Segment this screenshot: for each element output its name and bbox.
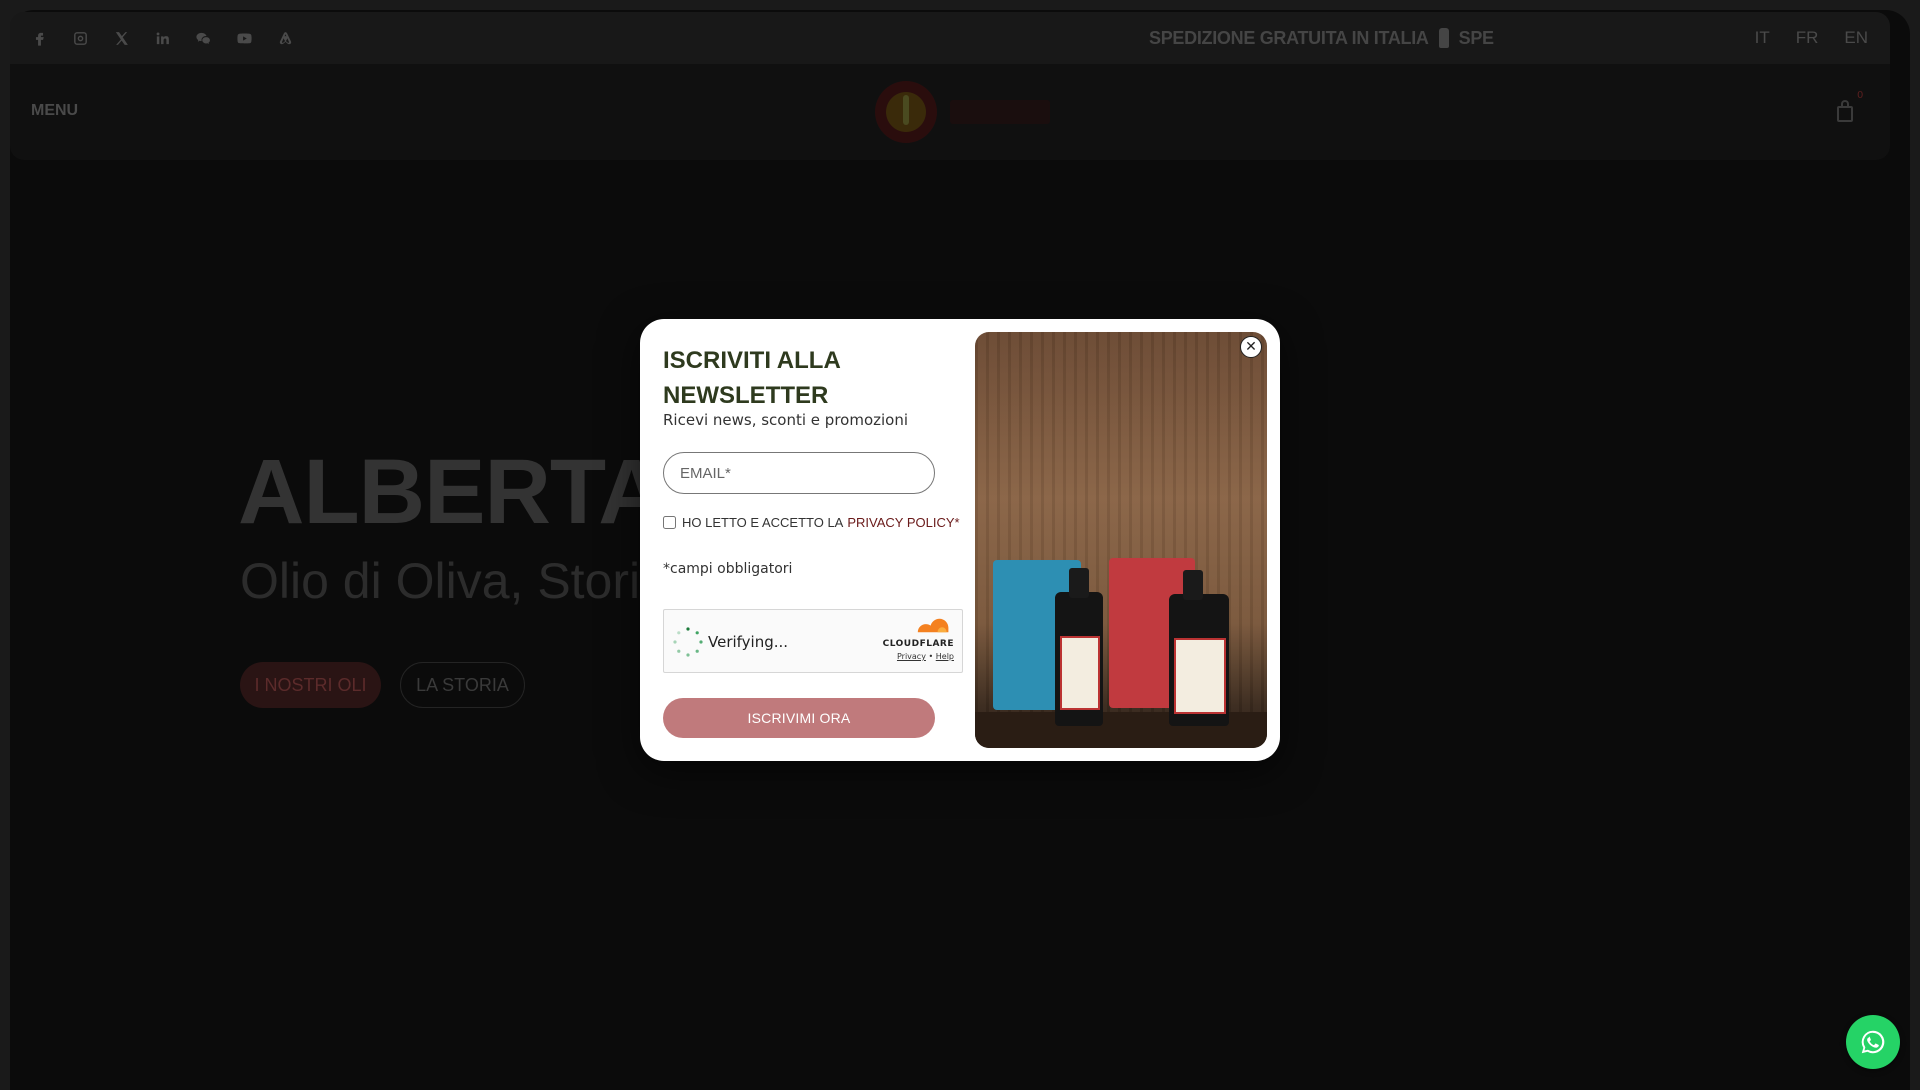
linkedin-icon[interactable] [153, 29, 172, 48]
youtube-icon[interactable] [235, 29, 254, 48]
spinner-icon [673, 627, 703, 657]
cloudflare-links: Privacy • Help [897, 652, 954, 661]
social-links [30, 12, 295, 64]
site-logo[interactable] [870, 76, 1050, 148]
menu-button[interactable]: MENU [31, 102, 78, 120]
instagram-icon[interactable] [71, 29, 90, 48]
subscribe-button[interactable]: ISCRIVIMI ORA [663, 698, 935, 738]
airbnb-icon[interactable] [276, 29, 295, 48]
lang-en[interactable]: EN [1844, 28, 1868, 48]
promo-ticker: SPEDIZIONE GRATUITA IN ITALIA SPE [1149, 12, 1494, 64]
cart-button[interactable]: 0 [1837, 90, 1863, 122]
privacy-consent: HO LETTO E ACCETTO LA PRIVACY POLICY* [663, 515, 960, 530]
lang-fr[interactable]: FR [1796, 28, 1819, 48]
facebook-icon[interactable] [30, 29, 49, 48]
cloudflare-logo: CLOUDFLARE Privacy • Help [878, 618, 954, 662]
whatsapp-icon [1861, 1030, 1885, 1054]
promo-text: SPEDIZIONE GRATUITA IN ITALIA [1149, 27, 1429, 48]
link-separator: • [928, 652, 934, 661]
cloudflare-help-link[interactable]: Help [936, 652, 954, 661]
bottle-icon [1438, 28, 1449, 48]
newsletter-modal: ISCRIVITI ALLA NEWSLETTER Ricevi news, s… [640, 319, 1280, 761]
oil-bottle [1055, 568, 1103, 726]
email-field[interactable] [663, 452, 935, 494]
our-oils-button[interactable]: I NOSTRI OLI [240, 662, 381, 708]
cloudflare-privacy-link[interactable]: Privacy [897, 652, 926, 661]
modal-title: ISCRIVITI ALLA NEWSLETTER [663, 347, 840, 409]
close-icon[interactable]: ✕ [1240, 336, 1262, 358]
cloudflare-brand: CLOUDFLARE [882, 639, 954, 649]
modal-subtitle: Ricevi news, sconti e promozioni [663, 411, 909, 429]
cloudflare-turnstile[interactable]: Verifying... CLOUDFLARE Privacy • Help [663, 609, 963, 673]
top-bar: SPEDIZIONE GRATUITA IN ITALIA SPE IT FR … [10, 12, 1890, 64]
logo-wordmark [950, 100, 1050, 124]
required-note: *campi obbligatori [663, 561, 793, 577]
privacy-checkbox[interactable] [663, 516, 676, 529]
oil-bottle [1169, 570, 1229, 726]
privacy-label: HO LETTO E ACCETTO LA [682, 515, 844, 530]
privacy-policy-link[interactable]: PRIVACY POLICY* [847, 515, 959, 530]
lang-it[interactable]: IT [1755, 28, 1770, 48]
language-switcher: IT FR EN [1755, 12, 1868, 64]
turnstile-status: Verifying... [708, 633, 789, 651]
x-icon[interactable] [112, 29, 131, 48]
promo-text-repeat: SPE [1458, 27, 1494, 48]
logo-emblem [875, 81, 937, 143]
cart-count: 0 [1857, 90, 1864, 101]
site-header: MENU 0 [10, 64, 1890, 160]
wechat-icon[interactable] [194, 29, 213, 48]
whatsapp-button[interactable] [1846, 1015, 1900, 1069]
cloud-icon [917, 618, 949, 633]
product-photo [975, 332, 1267, 748]
story-button[interactable]: LA STORIA [400, 662, 525, 708]
